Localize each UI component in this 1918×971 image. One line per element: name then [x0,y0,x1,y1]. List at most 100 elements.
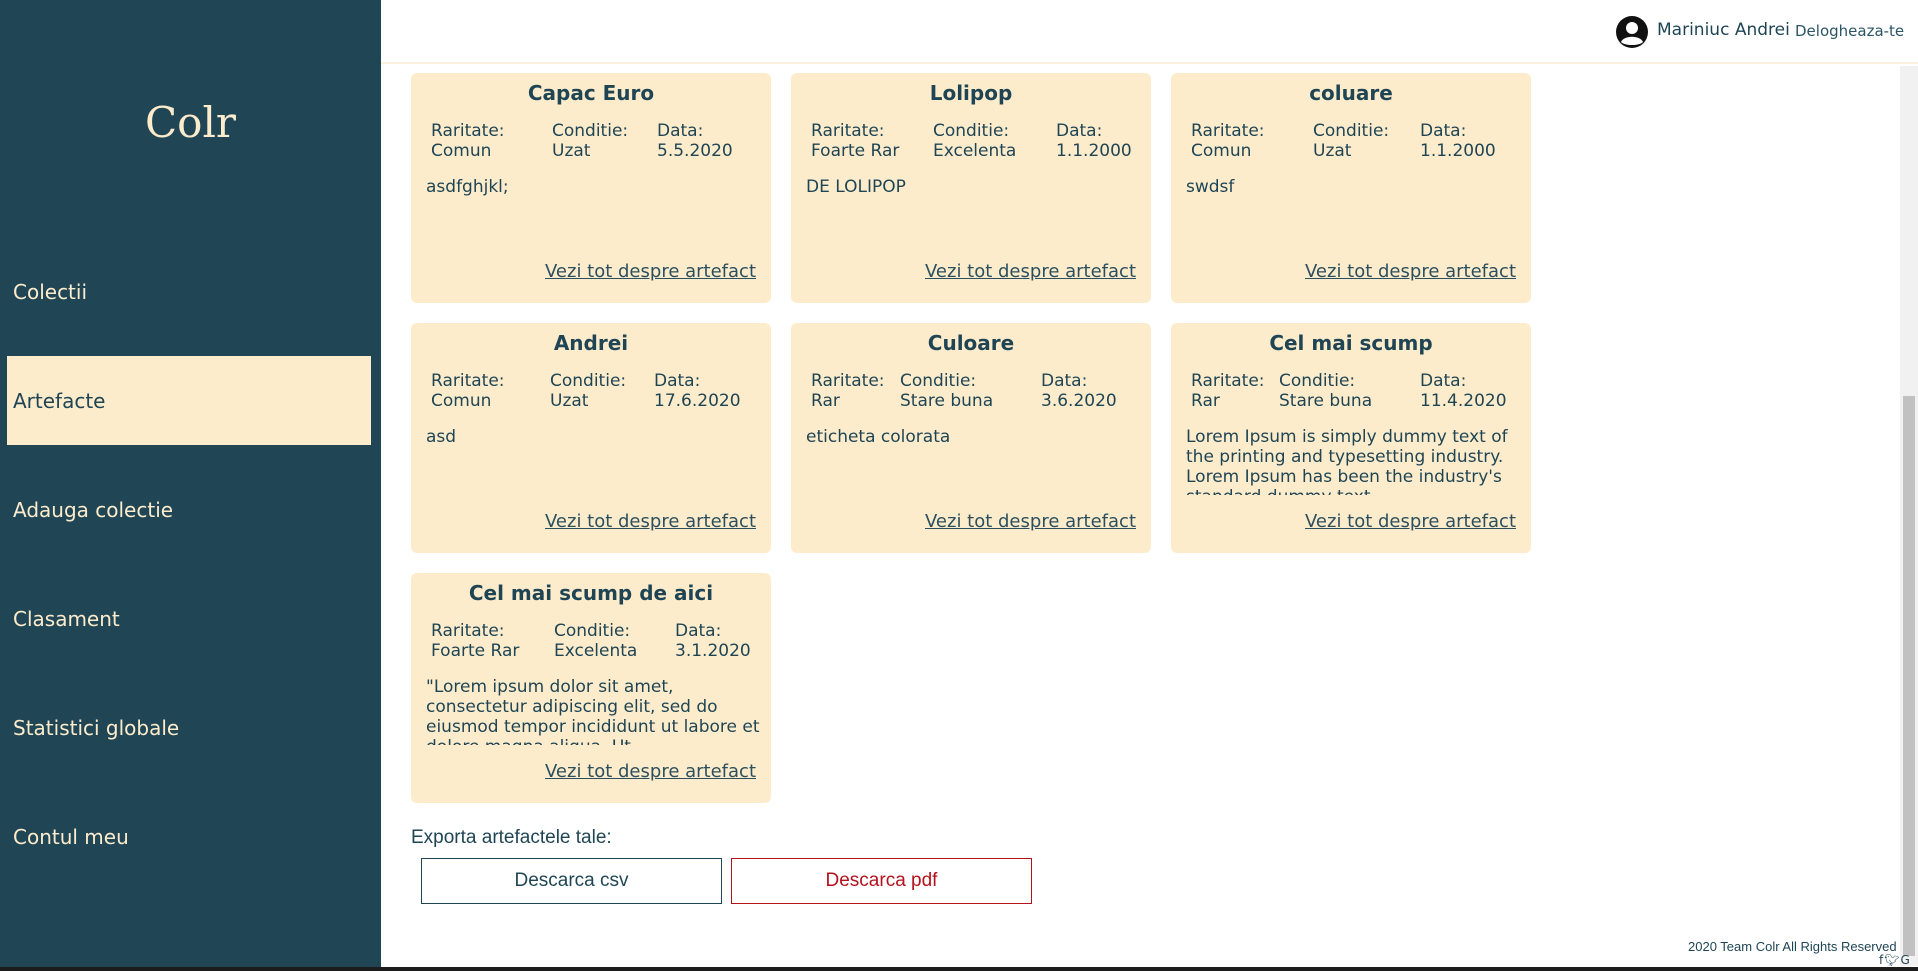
artifact-title: Culoare [927,331,1015,355]
artifact-rarity: Raritate: Rar [1191,371,1265,411]
artifact-card: coluare Raritate: Comun Conditie: Uzat Data: 1… [1171,73,1531,303]
artifact-card: Cel mai scump Raritate: Rar Conditie: Stare … [1171,323,1531,553]
twitter-icon[interactable]: 🐦︎ [1884,953,1900,967]
sidebar-item-statistici-globale[interactable]: Statistici globale [7,683,371,772]
artifact-description: asd [426,427,457,447]
date-label: Data: [1420,121,1467,141]
artifact-rarity: Raritate: Comun [431,121,505,161]
artifact-date: Data: 17.6.2020 [654,371,741,411]
sidebar-item-artefacte[interactable]: Artefacte [7,356,371,445]
rarity-value: Foarte Rar [431,641,520,661]
artifact-condition: Conditie: Uzat [1313,121,1389,161]
condition-label: Conditie: [933,121,1010,141]
artifact-card: Lolipop Raritate: Foarte Rar Conditie: Excel… [791,73,1151,303]
artifact-date: Data: 3.6.2020 [1041,371,1117,411]
artifact-title: coluare [1309,81,1393,105]
date-label: Data: [654,371,701,391]
artifact-condition: Conditie: Uzat [550,371,626,411]
sidebar-item-clasament[interactable]: Clasament [7,574,371,663]
artifact-condition: Conditie: Stare buna [900,371,993,411]
date-value: 17.6.2020 [654,391,741,411]
artifact-card: Culoare Raritate: Rar Conditie: Stare buna Da… [791,323,1151,553]
sidebar-item-contul-meu[interactable]: Contul meu [7,792,371,881]
user-avatar-icon[interactable] [1615,15,1649,49]
condition-value: Excelenta [933,141,1017,161]
rarity-label: Raritate: [1191,121,1265,141]
artifact-rarity: Raritate: Comun [1191,121,1265,161]
artifact-date: Data: 1.1.2000 [1056,121,1132,161]
view-artifact-link[interactable]: Vezi tot despre artefact [925,261,1136,282]
artifact-rarity: Raritate: Foarte Rar [431,621,519,661]
rarity-value: Foarte Rar [811,141,900,161]
rarity-label: Raritate: [431,371,505,391]
rarity-value: Comun [431,141,492,161]
artifact-condition: Conditie: Excelenta [933,121,1016,161]
date-value: 1.1.2000 [1056,141,1132,161]
view-artifact-link[interactable]: Vezi tot despre artefact [545,261,756,282]
artifact-description: asdfghjkl; [426,177,509,197]
footer-copyright: 2020 Team Colr All Rights Reserved [1688,939,1897,954]
artifact-condition: Conditie: Excelenta [554,621,637,661]
sidebar-item-label: Adauga colectie [13,497,174,522]
date-value: 11.4.2020 [1420,391,1507,411]
scrollbar-thumb[interactable] [1903,396,1915,956]
artifact-title: Cel mai scump [1269,331,1433,355]
artifact-description: eticheta colorata [806,427,951,447]
sidebar-item-label: Clasament [13,606,120,631]
sidebar-item-label: Statistici globale [13,715,180,740]
artifact-card: Capac Euro Raritate: Comun Conditie: Uzat Dat… [411,73,771,303]
rarity-value: Rar [811,391,840,411]
date-value: 3.6.2020 [1041,391,1117,411]
artifact-title: Lolipop [929,81,1013,105]
artifact-description: swdsf [1186,177,1235,197]
artifact-date: Data: 5.5.2020 [657,121,733,161]
view-artifact-link[interactable]: Vezi tot despre artefact [925,511,1136,532]
rarity-label: Raritate: [811,371,885,391]
sidebar-item-adauga-colectie[interactable]: Adauga colectie [7,465,371,554]
artifact-card: Andrei Raritate: Comun Conditie: Uzat Data: 17… [411,323,771,553]
artifact-rarity: Raritate: Comun [431,371,505,411]
artifact-condition: Conditie: Uzat [552,121,628,161]
artifact-date: Data: 3.1.2020 [675,621,751,661]
date-label: Data: [1420,371,1467,391]
bottom-edge [0,967,1918,971]
sidebar: Colr Colectii Artefacte Adauga colectie … [0,0,381,971]
artifact-date: Data: 11.4.2020 [1420,371,1507,411]
sidebar-item-colectii[interactable]: Colectii [7,247,371,336]
condition-value: Stare buna [1279,391,1373,411]
rarity-value: Comun [1191,141,1252,161]
condition-label: Conditie: [1279,371,1356,391]
view-artifact-link[interactable]: Vezi tot despre artefact [1305,511,1516,532]
condition-label: Conditie: [552,121,629,141]
view-artifact-link[interactable]: Vezi tot despre artefact [1305,261,1516,282]
condition-value: Uzat [552,141,591,161]
date-label: Data: [1041,371,1088,391]
artifact-card: Cel mai scump de aici Raritate: Foarte Rar… [411,573,771,803]
view-artifact-link[interactable]: Vezi tot despre artefact [545,511,756,532]
rarity-label: Raritate: [811,121,885,141]
rarity-label: Raritate: [431,621,505,641]
app-logo[interactable]: Colr [0,98,381,147]
social-icons: f🐦︎G [1879,953,1911,967]
rarity-value: Comun [431,391,492,411]
view-artifact-link[interactable]: Vezi tot despre artefact [545,761,756,782]
user-name[interactable]: Mariniuc Andrei [1657,20,1790,40]
download-pdf-button[interactable]: Descarca pdf [731,858,1032,904]
artifact-title: Capac Euro [527,81,655,105]
condition-value: Uzat [550,391,589,411]
logout-link[interactable]: Delogheaza-te [1795,22,1904,40]
artifact-date: Data: 1.1.2000 [1420,121,1496,161]
page-scrollbar[interactable] [1900,66,1918,966]
artifact-title: Andrei [553,331,629,355]
artifact-rarity: Raritate: Rar [811,371,885,411]
download-csv-button[interactable]: Descarca csv [421,858,722,904]
date-label: Data: [1056,121,1103,141]
artifact-description: DE LOLIPOP [806,177,906,197]
rarity-value: Rar [1191,391,1220,411]
artifact-condition: Conditie: Stare buna [1279,371,1372,411]
google-icon[interactable]: G [1900,953,1910,967]
date-label: Data: [675,621,722,641]
condition-value: Uzat [1313,141,1352,161]
sidebar-item-label: Contul meu [13,824,129,849]
rarity-label: Raritate: [1191,371,1265,391]
